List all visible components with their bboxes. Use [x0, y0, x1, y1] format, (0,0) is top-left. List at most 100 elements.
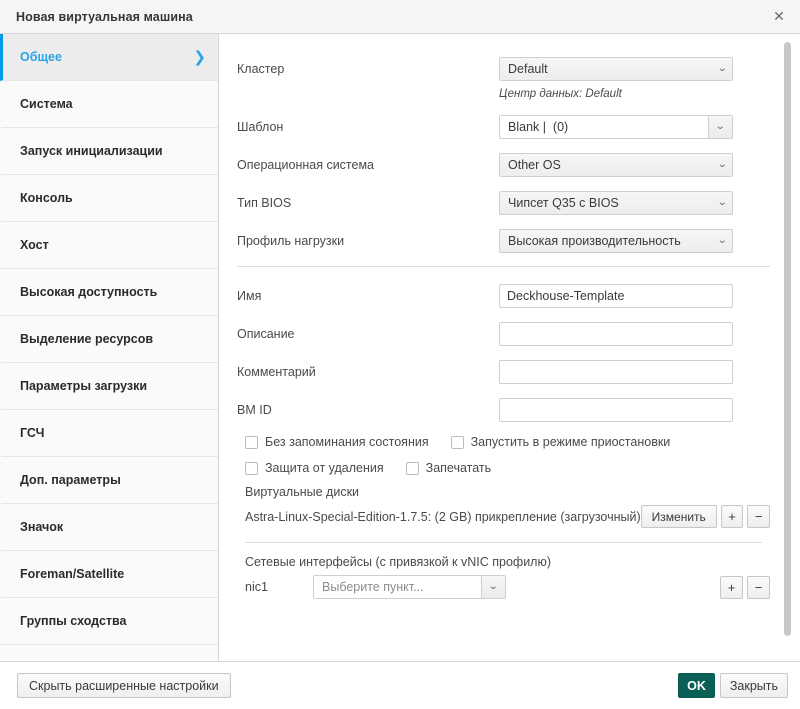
field-row-workload-profile: Профиль нагрузки Высокая производительно… — [237, 228, 770, 254]
field-row-operating-system: Операционная система Other OS ⌄ — [237, 152, 770, 178]
toggle-advanced-options-button[interactable]: Скрыть расширенные настройки — [17, 673, 231, 698]
content-scrollbar-thumb[interactable] — [784, 42, 791, 636]
cluster-select[interactable]: Default ⌄ — [499, 57, 733, 81]
operating-system-select[interactable]: Other OS ⌄ — [499, 153, 733, 177]
description-label: Описание — [237, 327, 499, 341]
sidebar-item-random-generator[interactable]: ГСЧ — [0, 410, 218, 457]
remove-disk-button[interactable]: − — [747, 505, 770, 528]
sidebar-item-foreman-satellite[interactable]: Foreman/Satellite — [0, 551, 218, 598]
bios-type-select-value: Чипсет Q35 с BIOS — [508, 196, 718, 210]
nic-profile-combo[interactable]: ⌄ — [313, 575, 506, 599]
sidebar-item-label: Система — [20, 97, 73, 111]
dialog-title: Новая виртуальная машина — [16, 10, 193, 24]
sidebar-item-icon[interactable]: Значок — [0, 504, 218, 551]
start-paused-label: Запустить в режиме приостановки — [471, 435, 671, 449]
template-combo-toggle[interactable]: ⌄ — [708, 116, 732, 138]
sidebar-item-host[interactable]: Хост — [0, 222, 218, 269]
sidebar-item-boot-options[interactable]: Параметры загрузки — [0, 363, 218, 410]
sidebar-item-label: Запуск инициализации — [20, 144, 163, 158]
template-combo[interactable]: ⌄ — [499, 115, 733, 139]
sidebar-item-label: Выделение ресурсов — [20, 332, 153, 346]
sidebar-item-label: Доп. параметры — [20, 473, 121, 487]
description-input[interactable] — [499, 322, 733, 346]
name-label: Имя — [237, 289, 499, 303]
field-row-template: Шаблон ⌄ — [237, 114, 770, 140]
content-scrollbar[interactable] — [782, 38, 793, 657]
workload-profile-select-value: Высокая производительность — [508, 234, 718, 248]
sidebar-item-high-availability[interactable]: Высокая доступность — [0, 269, 218, 316]
chevron-down-icon: ⌄ — [715, 122, 725, 132]
operating-system-select-value: Other OS — [508, 158, 718, 172]
dialog-titlebar: Новая виртуальная машина ✕ — [0, 0, 800, 34]
sidebar-item-label: Общее — [20, 50, 62, 64]
comment-input[interactable] — [499, 360, 733, 384]
checkbox-row-primary: Без запоминания состояния Запустить в ре… — [245, 435, 770, 449]
ok-button[interactable]: OK — [678, 673, 715, 698]
stateless-checkbox[interactable] — [245, 436, 258, 449]
chevron-down-icon: ⌄ — [717, 198, 727, 208]
cluster-field: Default ⌄ — [499, 57, 770, 81]
chevron-down-icon: ⌄ — [488, 582, 498, 592]
add-nic-button[interactable]: + — [720, 576, 743, 599]
sidebar-item-label: ГСЧ — [20, 426, 44, 440]
settings-content-pane: Кластер Default ⌄ Центр данных: Default … — [219, 34, 800, 661]
vm-id-input[interactable] — [499, 398, 733, 422]
sidebar-item-affinity-groups[interactable]: Группы сходства — [0, 598, 218, 645]
cluster-select-value: Default — [508, 62, 718, 76]
bios-type-select[interactable]: Чипсет Q35 с BIOS ⌄ — [499, 191, 733, 215]
chevron-right-icon: ❯ — [193, 50, 206, 65]
virtual-disk-entry: Astra-Linux-Special-Edition-1.7.5: (2 GB… — [245, 510, 641, 524]
workload-profile-select[interactable]: Высокая производительность ⌄ — [499, 229, 733, 253]
nic-profile-input[interactable] — [314, 576, 481, 598]
settings-sidebar: Общее ❯ Система Запуск инициализации Кон… — [0, 34, 219, 661]
virtual-disks-title: Виртуальные диски — [245, 485, 770, 499]
sidebar-item-label: Хост — [20, 238, 49, 252]
field-row-comment: Комментарий — [237, 359, 770, 385]
sidebar-item-label: Группы сходства — [20, 614, 127, 628]
sidebar-item-general[interactable]: Общее ❯ — [0, 34, 218, 81]
cancel-button[interactable]: Закрыть — [720, 673, 788, 698]
general-settings-form: Кластер Default ⌄ Центр данных: Default … — [219, 34, 800, 661]
chevron-down-icon: ⌄ — [717, 64, 727, 74]
footer-left-group: Скрыть расширенные настройки — [17, 673, 231, 698]
network-interfaces-title: Сетевые интерфейсы (с привязкой к vNIC п… — [245, 555, 770, 569]
name-field — [499, 284, 770, 308]
nic-name-label: nic1 — [245, 580, 313, 594]
bios-type-field: Чипсет Q35 с BIOS ⌄ — [499, 191, 770, 215]
sidebar-item-custom-properties[interactable]: Доп. параметры — [0, 457, 218, 504]
workload-profile-label: Профиль нагрузки — [237, 234, 499, 248]
chevron-down-icon: ⌄ — [717, 160, 727, 170]
footer-right-group: OK Закрыть — [678, 673, 788, 698]
operating-system-field: Other OS ⌄ — [499, 153, 770, 177]
section-divider-identity — [237, 266, 770, 267]
template-field: ⌄ — [499, 115, 770, 139]
nic-profile-combo-toggle[interactable]: ⌄ — [481, 576, 505, 598]
sealed-label: Запечатать — [426, 461, 492, 475]
sidebar-item-console[interactable]: Консоль — [0, 175, 218, 222]
comment-field — [499, 360, 770, 384]
cluster-label: Кластер — [237, 62, 499, 76]
workload-profile-field: Высокая производительность ⌄ — [499, 229, 770, 253]
add-disk-button[interactable]: + — [721, 505, 744, 528]
start-paused-checkbox[interactable] — [451, 436, 464, 449]
sidebar-item-label: Значок — [20, 520, 63, 534]
sidebar-item-initial-run[interactable]: Запуск инициализации — [0, 128, 218, 175]
sidebar-item-label: Параметры загрузки — [20, 379, 147, 393]
cluster-datacenter-hint: Центр данных: Default — [499, 88, 770, 100]
delete-protection-checkbox[interactable] — [245, 462, 258, 475]
remove-nic-button[interactable]: − — [747, 576, 770, 599]
close-icon[interactable]: ✕ — [768, 6, 790, 28]
sidebar-item-label: Высокая доступность — [20, 285, 157, 299]
template-combo-input[interactable] — [500, 116, 708, 138]
vm-id-field — [499, 398, 770, 422]
name-input[interactable] — [499, 284, 733, 308]
sealed-checkbox[interactable] — [406, 462, 419, 475]
section-divider-network — [245, 542, 762, 543]
template-label: Шаблон — [237, 120, 499, 134]
comment-label: Комментарий — [237, 365, 499, 379]
sidebar-item-system[interactable]: Система — [0, 81, 218, 128]
field-row-description: Описание — [237, 321, 770, 347]
new-vm-dialog: Новая виртуальная машина ✕ Общее ❯ Систе… — [0, 0, 800, 709]
sidebar-item-resource-allocation[interactable]: Выделение ресурсов — [0, 316, 218, 363]
edit-disk-button[interactable]: Изменить — [641, 505, 717, 528]
